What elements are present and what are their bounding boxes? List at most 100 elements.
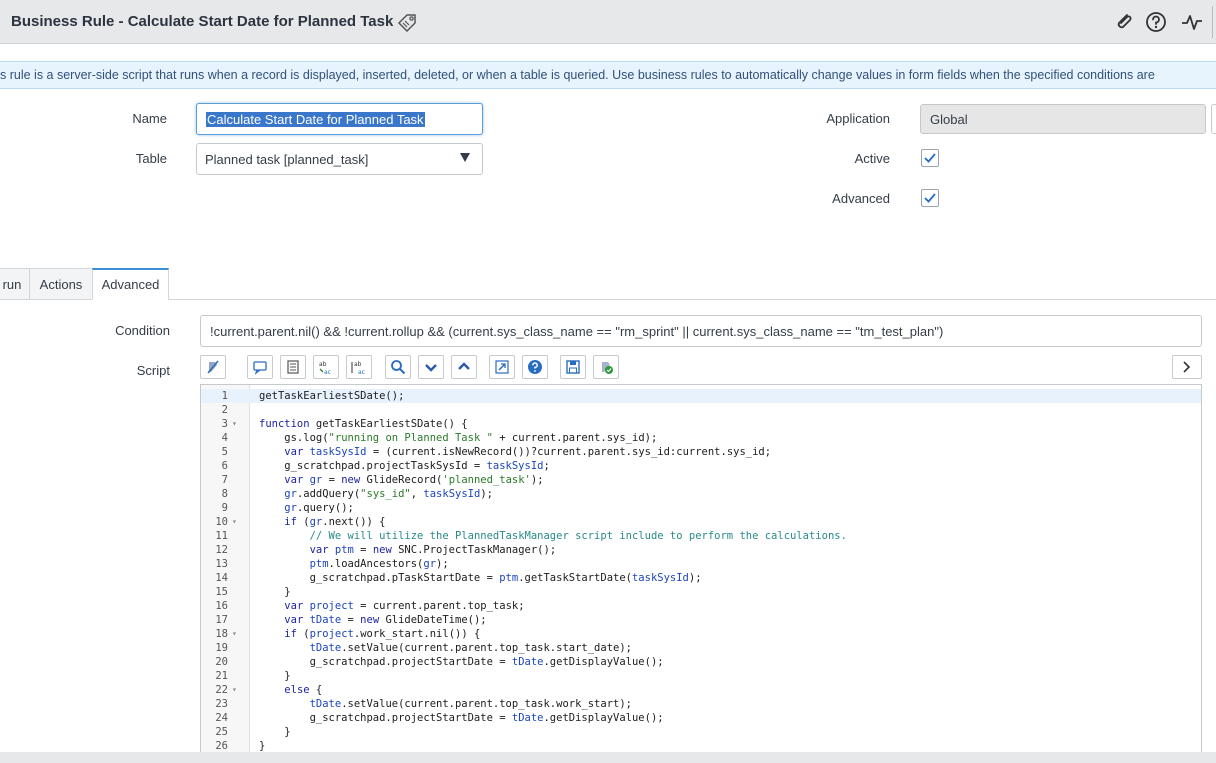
line-number: 20 bbox=[215, 656, 228, 668]
line-number: 8 bbox=[221, 488, 228, 500]
name-label: Name bbox=[132, 111, 167, 126]
code-line[interactable]: 9 gr.query(); bbox=[201, 501, 1201, 515]
line-number: 12 bbox=[215, 544, 228, 556]
code-line[interactable]: 17 var tDate = new GlideDateTime(); bbox=[201, 613, 1201, 627]
tag-icon[interactable] bbox=[396, 12, 418, 33]
tab-when-to-run[interactable]: run bbox=[0, 268, 30, 300]
code-text: var taskSysId = (current.isNewRecord())?… bbox=[284, 446, 772, 458]
code-line[interactable]: 24 g_scratchpad.projectStartDate = tDate… bbox=[201, 711, 1201, 725]
application-label: Application bbox=[826, 111, 890, 126]
code-text: ptm.loadAncestors(gr); bbox=[309, 558, 449, 570]
format-icon[interactable] bbox=[200, 355, 226, 379]
caret-down-icon bbox=[460, 153, 470, 162]
code-line[interactable]: 2 bbox=[201, 403, 1201, 417]
tab-actions[interactable]: Actions bbox=[29, 268, 93, 300]
code-line[interactable]: 20 g_scratchpad.projectStartDate = tDate… bbox=[201, 655, 1201, 669]
code-line[interactable]: 12 var ptm = new SNC.ProjectTaskManager(… bbox=[201, 543, 1201, 557]
table-value: Planned task [planned_task] bbox=[205, 152, 369, 167]
table-select[interactable]: Planned task [planned_task] bbox=[196, 143, 483, 175]
line-number: 15 bbox=[215, 586, 228, 598]
code-line[interactable]: 25 } bbox=[201, 725, 1201, 739]
code-line[interactable]: 5 var taskSysId = (current.isNewRecord()… bbox=[201, 445, 1201, 459]
svg-text:ac: ac bbox=[358, 369, 365, 375]
comment-icon[interactable] bbox=[247, 355, 273, 379]
code-line[interactable]: 16 var project = current.parent.top_task… bbox=[201, 599, 1201, 613]
code-line[interactable]: 8 gr.addQuery("sys_id", taskSysId); bbox=[201, 487, 1201, 501]
code-line[interactable]: 14 g_scratchpad.pTaskStartDate = ptm.get… bbox=[201, 571, 1201, 585]
line-number: 13 bbox=[215, 558, 228, 570]
replace-icon[interactable]: ab ac bbox=[313, 355, 339, 379]
line-number: 23 bbox=[215, 698, 228, 710]
code-line[interactable]: 15 } bbox=[201, 585, 1201, 599]
page-title: Business Rule - Calculate Start Date for… bbox=[11, 13, 394, 30]
fold-toggle-icon[interactable]: ▾ bbox=[232, 683, 237, 697]
info-banner-text: s rule is a server-side script that runs… bbox=[0, 68, 1155, 82]
code-line[interactable]: 13 ptm.loadAncestors(gr); bbox=[201, 557, 1201, 571]
fold-toggle-icon[interactable]: ▾ bbox=[232, 627, 237, 641]
uncomment-icon[interactable] bbox=[280, 355, 306, 379]
help-icon[interactable] bbox=[1145, 11, 1167, 33]
code-line[interactable]: 11 // We will utilize the PlannedTaskMan… bbox=[201, 529, 1201, 543]
advanced-checkbox[interactable] bbox=[921, 189, 939, 207]
line-number: 18 bbox=[215, 628, 228, 640]
condition-input[interactable]: !current.parent.nil() && !current.rollup… bbox=[200, 315, 1202, 347]
form-tabs: run Actions Advanced bbox=[0, 268, 170, 300]
code-line[interactable]: 22 ▾ else { bbox=[201, 683, 1201, 697]
line-number: 24 bbox=[215, 712, 228, 724]
line-number: 3 bbox=[221, 418, 228, 430]
check-syntax-icon[interactable] bbox=[593, 355, 619, 379]
tab-advanced[interactable]: Advanced bbox=[92, 268, 169, 300]
tab-divider bbox=[168, 299, 1216, 300]
line-number: 9 bbox=[221, 502, 228, 514]
line-number: 7 bbox=[221, 474, 228, 486]
chevron-right-icon[interactable] bbox=[1172, 355, 1202, 379]
paperclip-icon[interactable] bbox=[1113, 11, 1135, 33]
code-text: getTaskEarliestSDate(); bbox=[259, 390, 405, 402]
code-text: gr.query(); bbox=[284, 502, 354, 514]
next-icon[interactable] bbox=[418, 355, 444, 379]
code-text: } bbox=[259, 670, 291, 682]
condition-label: Condition bbox=[115, 323, 170, 338]
code-line[interactable]: 1 getTaskEarliestSDate(); bbox=[201, 389, 1201, 403]
svg-text:ab: ab bbox=[319, 361, 327, 368]
script-label: Script bbox=[136, 363, 170, 378]
code-text: tDate.setValue(current.parent.top_task.w… bbox=[309, 698, 632, 710]
code-line[interactable]: 18 ▾ if (project.work_start.nil()) { bbox=[201, 627, 1201, 641]
fold-toggle-icon[interactable]: ▾ bbox=[232, 515, 237, 529]
code-line[interactable]: 4 gs.log("running on Planned Task " + cu… bbox=[201, 431, 1201, 445]
line-number: 26 bbox=[215, 740, 228, 752]
code-line[interactable]: 19 tDate.setValue(current.parent.top_tas… bbox=[201, 641, 1201, 655]
fullscreen-icon[interactable] bbox=[489, 355, 515, 379]
form-header: Business Rule - Calculate Start Date for… bbox=[0, 0, 1216, 44]
code-line[interactable]: 3 ▾ function getTaskEarliestSDate() { bbox=[201, 417, 1201, 431]
line-number: 14 bbox=[215, 572, 228, 584]
code-line[interactable]: 21 } bbox=[201, 669, 1201, 683]
code-line[interactable]: 23 tDate.setValue(current.parent.top_tas… bbox=[201, 697, 1201, 711]
previous-icon[interactable] bbox=[451, 355, 477, 379]
active-checkbox[interactable] bbox=[921, 149, 939, 167]
replace-all-icon[interactable]: ab ac bbox=[346, 355, 372, 379]
script-editor[interactable]: 1 getTaskEarliestSDate(); 2 3 ▾ function getT… bbox=[200, 384, 1202, 754]
application-lookup-button[interactable] bbox=[1211, 104, 1216, 134]
advanced-label: Advanced bbox=[832, 191, 890, 206]
code-line[interactable]: 7 var gr = new GlideRecord('planned_task… bbox=[201, 473, 1201, 487]
name-field[interactable]: Calculate Start Date for Planned Task bbox=[196, 103, 483, 135]
line-number: 5 bbox=[221, 446, 228, 458]
line-number: 6 bbox=[221, 460, 228, 472]
line-number: 19 bbox=[215, 642, 228, 654]
script-help-icon[interactable] bbox=[522, 355, 548, 379]
save-icon[interactable] bbox=[560, 355, 586, 379]
line-number: 22 bbox=[215, 684, 228, 696]
code-line[interactable]: 26} bbox=[201, 739, 1201, 753]
line-number: 17 bbox=[215, 614, 228, 626]
activity-icon[interactable] bbox=[1181, 11, 1203, 33]
code-line[interactable]: 10 ▾ if (gr.next()) { bbox=[201, 515, 1201, 529]
code-text: function getTaskEarliestSDate() { bbox=[259, 418, 468, 430]
fold-toggle-icon[interactable]: ▾ bbox=[232, 417, 237, 431]
header-separator bbox=[1212, 6, 1213, 38]
code-text: var gr = new GlideRecord('planned_task')… bbox=[284, 474, 544, 486]
svg-text:ab: ab bbox=[354, 361, 362, 368]
search-icon[interactable] bbox=[385, 355, 411, 379]
code-line[interactable]: 6 g_scratchpad.projectTaskSysId = taskSy… bbox=[201, 459, 1201, 473]
info-banner: s rule is a server-side script that runs… bbox=[0, 61, 1216, 89]
